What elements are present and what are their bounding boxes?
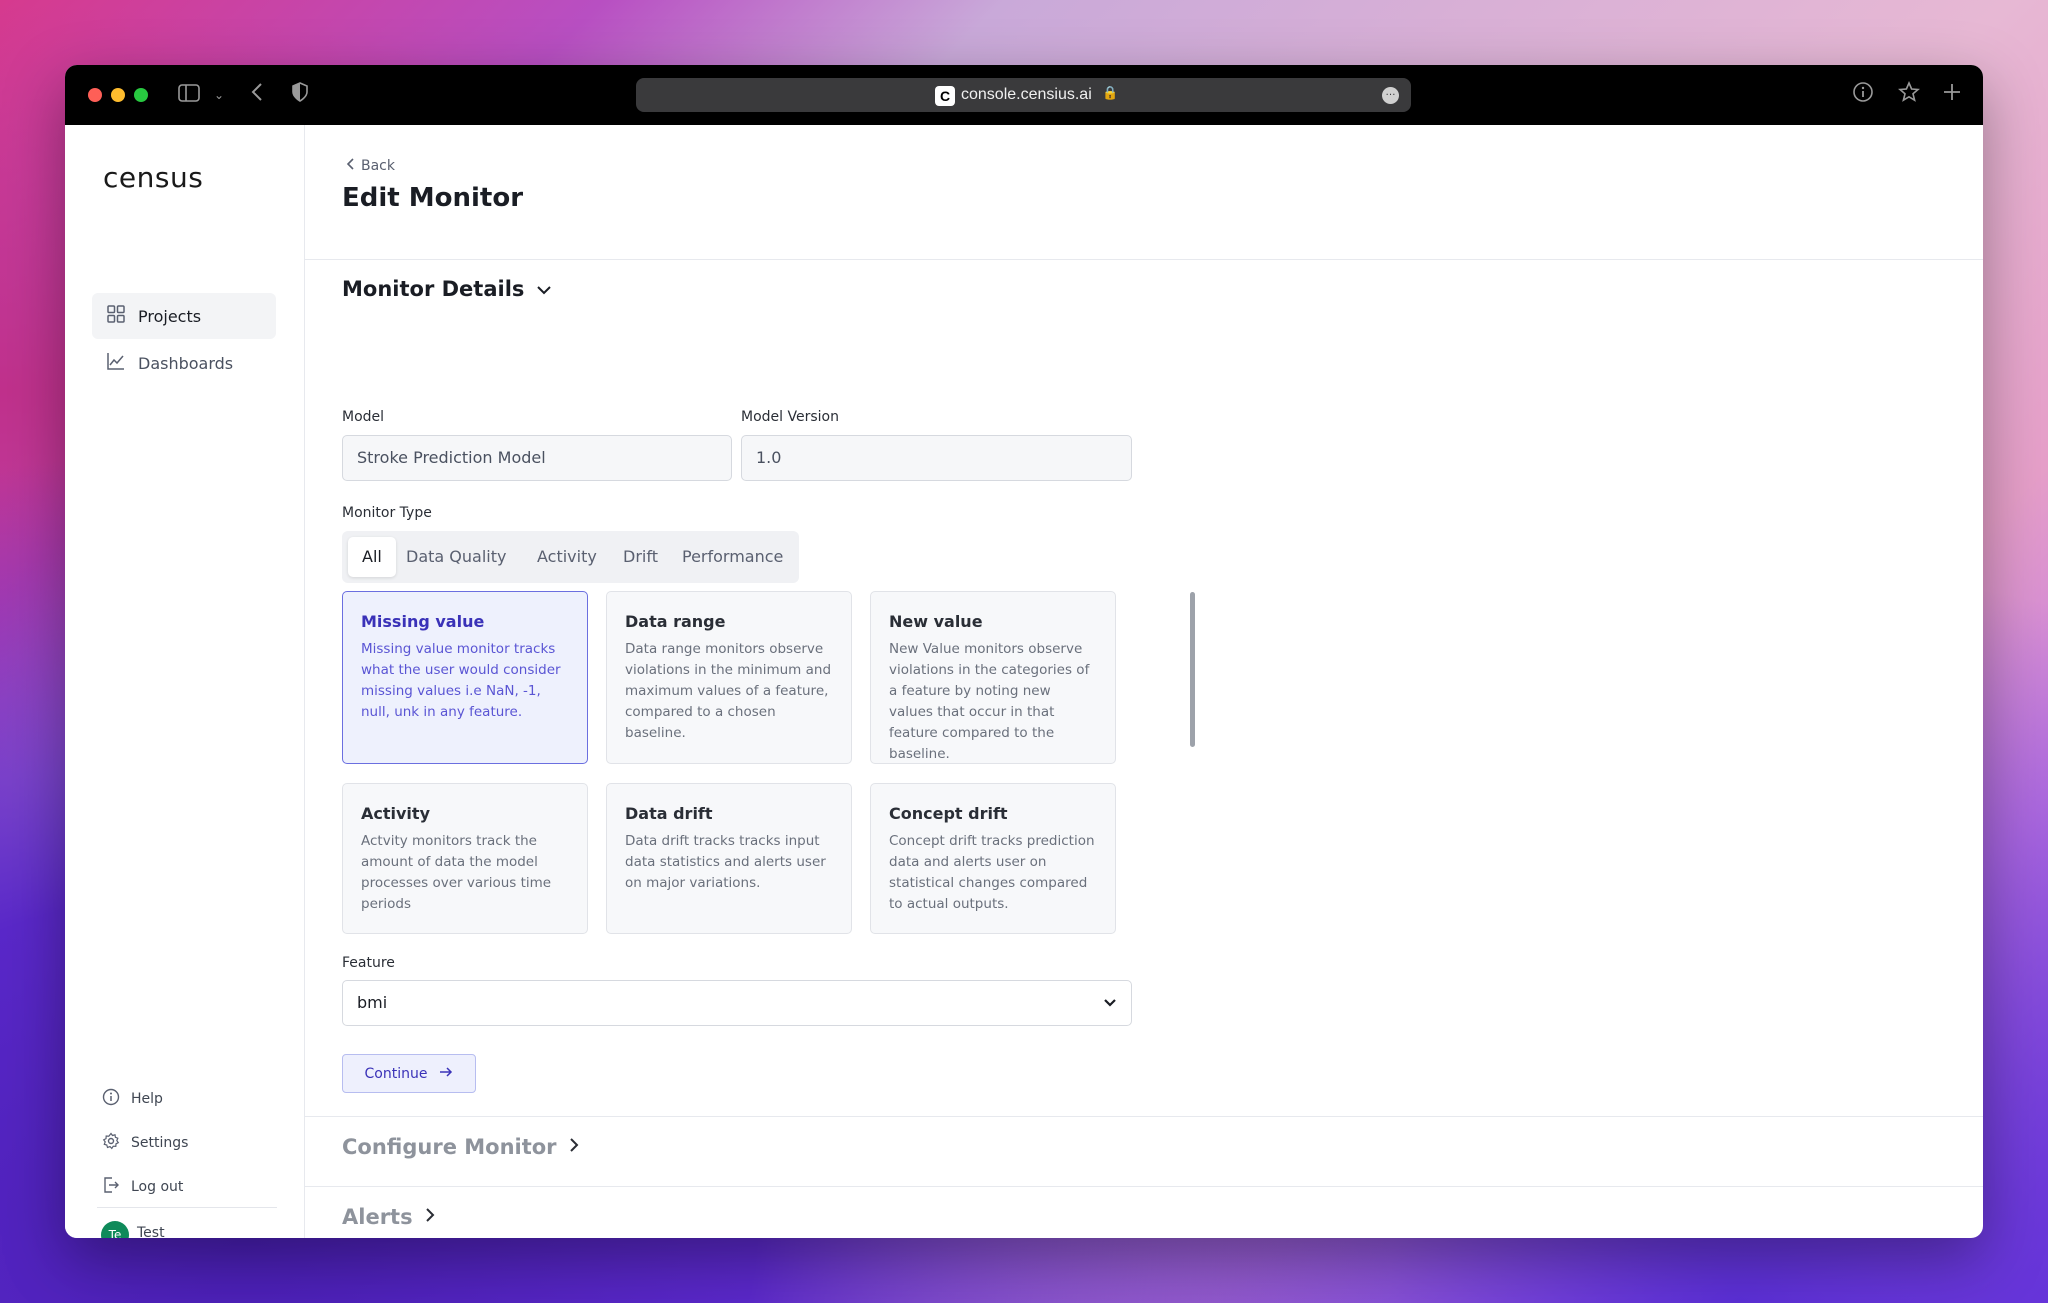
back-label: Back xyxy=(361,158,395,174)
sidebar-divider xyxy=(97,1207,277,1208)
card-title: Concept drift xyxy=(889,804,1008,823)
gear-icon xyxy=(101,1132,121,1154)
card-title: Data drift xyxy=(625,804,713,823)
back-arrow-icon[interactable] xyxy=(250,81,264,109)
card-title: New value xyxy=(889,612,983,631)
sidebar-item-label: Dashboards xyxy=(138,353,234,373)
section-title: Alerts xyxy=(342,1205,413,1229)
monitor-type-tabs: All Data Quality Activity Drift Performa… xyxy=(342,531,799,583)
model-field[interactable]: Stroke Prediction Model xyxy=(342,435,732,481)
sidebar-item-label: Log out xyxy=(131,1179,184,1195)
sidebar-item-projects[interactable]: Projects xyxy=(92,293,276,339)
chart-line-icon xyxy=(106,352,126,374)
maximize-window-button[interactable] xyxy=(134,88,148,102)
section-divider xyxy=(305,1116,1983,1117)
card-description: Concept drift tracks prediction data and… xyxy=(889,833,1095,912)
chevron-down-icon xyxy=(1103,981,1117,1042)
tab-all[interactable]: All xyxy=(348,537,396,577)
cards-scrollbar[interactable] xyxy=(1190,592,1195,747)
card-description: Data drift tracks tracks input data stat… xyxy=(625,833,826,891)
lock-icon: 🔒 xyxy=(1102,86,1119,101)
model-version-label: Model Version xyxy=(741,409,839,425)
continue-label: Continue xyxy=(364,1065,428,1082)
tab-performance[interactable]: Performance xyxy=(668,537,797,577)
continue-button[interactable]: Continue xyxy=(342,1054,476,1093)
sidebar: census Projects Dashboards Help Settings xyxy=(65,125,305,1238)
sidebar-item-settings[interactable]: Settings xyxy=(101,1131,188,1155)
monitor-type-cards: Missing value Missing value monitor trac… xyxy=(342,591,1132,935)
tab-data-quality[interactable]: Data Quality xyxy=(392,537,520,577)
minimize-window-button[interactable] xyxy=(111,88,125,102)
user-name: Test xyxy=(137,1225,165,1238)
star-icon[interactable] xyxy=(1898,80,1920,109)
shield-icon[interactable] xyxy=(291,81,309,109)
sidebar-item-logout[interactable]: Log out xyxy=(101,1175,183,1199)
model-version-field[interactable]: 1.0 xyxy=(741,435,1132,481)
feature-value: bmi xyxy=(357,993,388,1012)
census-logo: census xyxy=(103,161,204,194)
sidebar-item-label: Settings xyxy=(131,1135,189,1151)
logout-icon xyxy=(101,1176,121,1198)
url-text: console.censius.ai xyxy=(961,86,1092,103)
chevron-down-icon xyxy=(536,280,552,299)
chevron-left-icon xyxy=(345,157,355,175)
model-label: Model xyxy=(342,409,385,425)
card-concept-drift[interactable]: Concept drift Concept drift tracks predi… xyxy=(870,783,1116,934)
grid-icon xyxy=(106,305,126,327)
tab-drift[interactable]: Drift xyxy=(609,537,672,577)
feature-label: Feature xyxy=(342,955,395,971)
card-title: Activity xyxy=(361,804,430,823)
card-data-range[interactable]: Data range Data range monitors observe v… xyxy=(606,591,852,764)
monitor-details-header[interactable]: Monitor Details xyxy=(342,277,552,301)
info-icon xyxy=(101,1088,121,1110)
card-description: Actvity monitors track the amount of dat… xyxy=(361,833,552,912)
more-options-icon[interactable]: … xyxy=(1382,87,1399,104)
chevron-down-icon[interactable]: ⌄ xyxy=(214,81,224,109)
feature-select[interactable]: bmi xyxy=(342,980,1132,1026)
sidebar-item-help[interactable]: Help xyxy=(101,1087,163,1111)
sidebar-toggle-icon[interactable] xyxy=(178,81,200,109)
card-data-drift[interactable]: Data drift Data drift tracks tracks inpu… xyxy=(606,783,852,934)
close-window-button[interactable] xyxy=(88,88,102,102)
section-title: Monitor Details xyxy=(342,277,525,301)
header-divider xyxy=(305,259,1983,260)
section-title: Configure Monitor xyxy=(342,1135,557,1159)
chevron-right-icon xyxy=(425,1207,435,1227)
main-content: Back Edit Monitor Monitor Details Model … xyxy=(305,125,1983,1238)
arrow-right-icon xyxy=(439,1066,453,1082)
site-favicon: C xyxy=(935,86,955,106)
back-link[interactable]: Back xyxy=(345,157,395,175)
card-description: Missing value monitor tracks what the us… xyxy=(361,641,561,720)
card-title: Data range xyxy=(625,612,726,631)
tab-activity[interactable]: Activity xyxy=(523,537,611,577)
monitor-type-label: Monitor Type xyxy=(342,505,432,521)
new-tab-icon[interactable] xyxy=(1942,81,1962,109)
page-title: Edit Monitor xyxy=(342,183,524,213)
sidebar-item-label: Projects xyxy=(138,306,202,326)
configure-monitor-header[interactable]: Configure Monitor xyxy=(342,1135,579,1159)
alerts-header[interactable]: Alerts xyxy=(342,1205,435,1229)
sidebar-item-dashboards[interactable]: Dashboards xyxy=(92,340,276,386)
card-description: New Value monitors observe violations in… xyxy=(889,641,1090,762)
chevron-right-icon xyxy=(569,1137,579,1157)
browser-titlebar: ⌄ C console.censius.ai 🔒 … xyxy=(65,65,1983,125)
info-icon[interactable] xyxy=(1852,81,1874,109)
avatar[interactable]: Te xyxy=(101,1221,129,1238)
card-activity[interactable]: Activity Actvity monitors track the amou… xyxy=(342,783,588,934)
card-title: Missing value xyxy=(361,612,485,631)
card-new-value[interactable]: New value New Value monitors observe vio… xyxy=(870,591,1116,764)
section-divider xyxy=(305,1186,1983,1187)
card-missing-value[interactable]: Missing value Missing value monitor trac… xyxy=(342,591,588,764)
sidebar-item-label: Help xyxy=(131,1091,163,1107)
browser-window: ⌄ C console.censius.ai 🔒 … census Projec… xyxy=(65,65,1983,1238)
card-description: Data range monitors observe violations i… xyxy=(625,641,832,741)
address-bar[interactable]: C console.censius.ai 🔒 … xyxy=(636,78,1411,112)
